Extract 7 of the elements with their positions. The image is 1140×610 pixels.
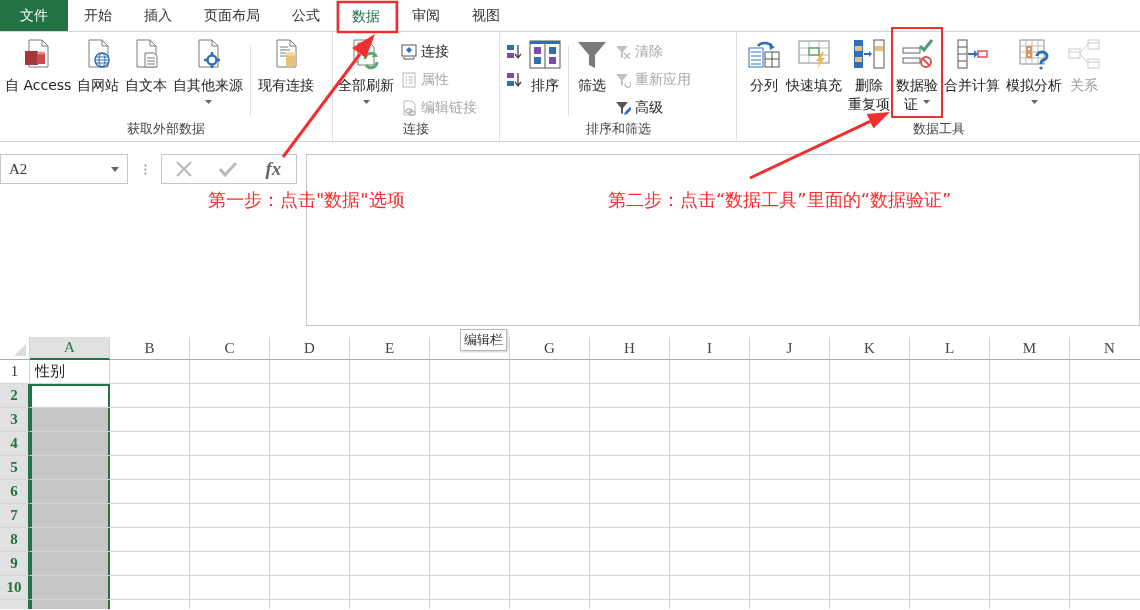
- annotation-text: 第一步：点击"数据"选项: [208, 188, 405, 212]
- group-label: 数据工具: [911, 120, 966, 138]
- group-label: 连接: [402, 120, 430, 138]
- annotation-text: 第二步：点击“数据工具”里面的“数据验证”: [608, 188, 952, 212]
- tooltip: 编辑栏: [460, 329, 507, 351]
- group-label: 获取外部数据: [126, 120, 206, 138]
- group-label: 排序和筛选: [584, 120, 652, 138]
